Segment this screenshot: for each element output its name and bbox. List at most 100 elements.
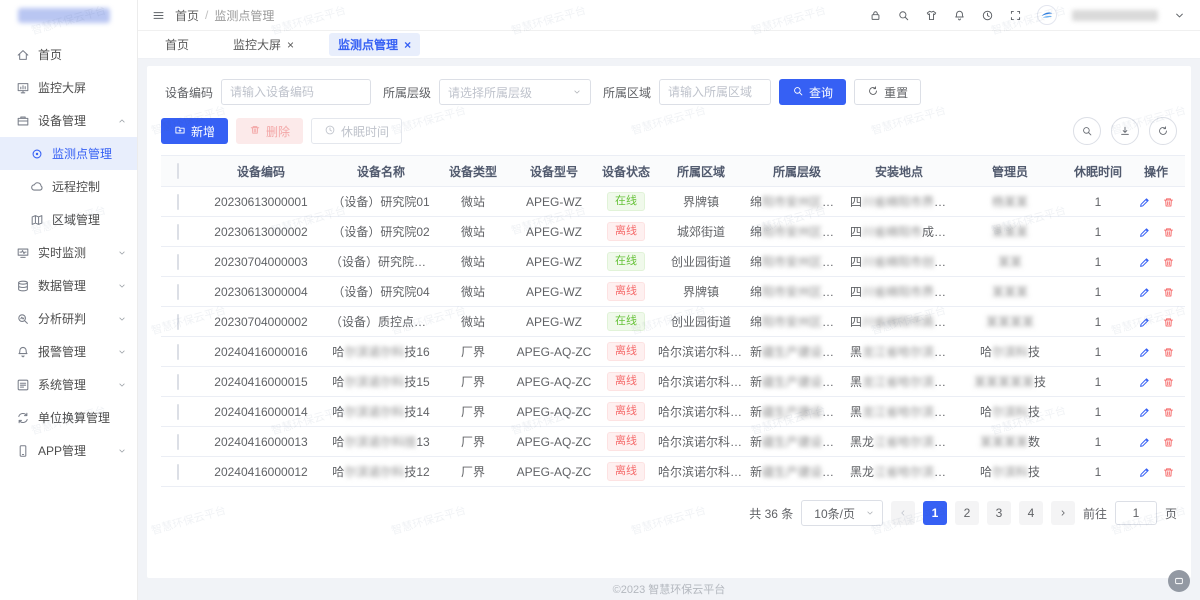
trash-icon <box>249 124 261 139</box>
edit-icon[interactable] <box>1138 406 1151 419</box>
sidebar-item-alarm-mgmt[interactable]: 报警管理 <box>0 335 137 368</box>
trash-icon[interactable] <box>1162 376 1175 389</box>
cell-text: （设备）质控点002 <box>330 315 434 329</box>
reset-button[interactable]: 重置 <box>854 79 921 105</box>
sleep-time-button[interactable]: 休眠时间 <box>311 118 402 144</box>
delete-button[interactable]: 删除 <box>236 118 303 144</box>
search-button[interactable]: 查询 <box>779 79 846 105</box>
row-checkbox[interactable] <box>177 404 179 420</box>
page-button-4[interactable]: 4 <box>1019 501 1043 525</box>
sidebar-item-data-mgmt[interactable]: 数据管理 <box>0 269 137 302</box>
theme-icon[interactable] <box>925 9 938 22</box>
app-icon <box>16 444 30 458</box>
sidebar-item-analysis[interactable]: 分析研判 <box>0 302 137 335</box>
row-checkbox[interactable] <box>177 284 179 300</box>
hamburger-icon[interactable] <box>152 9 165 22</box>
sidebar-item-big-screen[interactable]: 监控大屏 <box>0 71 137 104</box>
search-icon[interactable] <box>897 9 910 22</box>
edit-icon[interactable] <box>1138 226 1151 239</box>
add-button[interactable]: 新增 <box>161 118 228 144</box>
row-actions <box>1138 196 1175 209</box>
page-button-2[interactable]: 2 <box>955 501 979 525</box>
cell-device-type: 微站 <box>435 307 511 337</box>
support-float-button[interactable] <box>1168 570 1190 592</box>
cell-text: 杨某某 <box>992 195 1028 209</box>
cell-text: （设备）研究院01 <box>332 195 429 209</box>
edit-icon[interactable] <box>1138 376 1151 389</box>
row-checkbox[interactable] <box>177 224 179 240</box>
row-checkbox[interactable] <box>177 314 179 330</box>
sidebar-item-device-mgmt[interactable]: 设备管理 <box>0 104 137 137</box>
row-checkbox[interactable] <box>177 464 179 480</box>
sidebar-item-realtime-monitor[interactable]: 实时监测 <box>0 236 137 269</box>
trash-icon[interactable] <box>1162 286 1175 299</box>
close-tab-icon[interactable]: × <box>404 39 411 51</box>
download-icon[interactable] <box>1111 117 1139 145</box>
edit-icon[interactable] <box>1138 316 1151 329</box>
goto-page-input[interactable] <box>1115 501 1157 525</box>
sidebar-item-system-mgmt[interactable]: 系统管理 <box>0 368 137 401</box>
edit-icon[interactable] <box>1138 196 1151 209</box>
level-select[interactable]: 请选择所属层级 <box>439 79 591 105</box>
row-checkbox[interactable] <box>177 194 179 210</box>
refresh-icon[interactable] <box>1149 117 1177 145</box>
select-all-checkbox[interactable] <box>177 163 179 179</box>
page-button-3[interactable]: 3 <box>987 501 1011 525</box>
cell-device-model: APEG-AQ-ZC <box>511 337 597 367</box>
cell-select <box>161 187 195 217</box>
chevron-down-icon[interactable] <box>1173 9 1186 22</box>
region-input[interactable] <box>659 79 771 105</box>
trash-icon[interactable] <box>1162 256 1175 269</box>
device-code-input[interactable] <box>221 79 371 105</box>
page-size-select[interactable]: 10条/页 <box>801 500 883 526</box>
fullscreen-icon[interactable] <box>1009 9 1022 22</box>
trash-icon[interactable] <box>1162 346 1175 359</box>
search-icon[interactable] <box>1073 117 1101 145</box>
column-header: 休眠时间 <box>1069 156 1127 187</box>
cell-text: 阳市安州区 <box>762 315 822 329</box>
edit-icon[interactable] <box>1138 256 1151 269</box>
home-icon <box>16 48 30 62</box>
edit-icon[interactable] <box>1138 286 1151 299</box>
sidebar-item-region-mgmt[interactable]: 区域管理 <box>0 203 137 236</box>
sidebar-item-home[interactable]: 首页 <box>0 38 137 71</box>
trash-icon[interactable] <box>1162 406 1175 419</box>
avatar[interactable] <box>1037 5 1057 25</box>
sidebar-item-remote-control[interactable]: 远程控制 <box>0 170 137 203</box>
edit-icon[interactable] <box>1138 436 1151 449</box>
cell-text: 哈 <box>332 345 344 359</box>
sidebar-item-app-mgmt[interactable]: APP管理 <box>0 434 137 467</box>
edit-icon[interactable] <box>1138 346 1151 359</box>
trash-icon[interactable] <box>1162 466 1175 479</box>
sidebar-item-monitor-point-mgmt[interactable]: 监测点管理 <box>0 137 137 170</box>
cell-device-code: 20230613000004 <box>195 277 327 307</box>
breadcrumb-home[interactable]: 首页 <box>175 7 199 24</box>
tab-home[interactable]: 首页 <box>156 33 198 56</box>
cell-manager: 某某某 <box>951 277 1069 307</box>
prev-page-button[interactable] <box>891 501 915 525</box>
trash-icon[interactable] <box>1162 196 1175 209</box>
clock-icon[interactable] <box>981 9 994 22</box>
close-tab-icon[interactable]: × <box>287 39 294 51</box>
row-checkbox[interactable] <box>177 254 179 270</box>
search-button-label: 查询 <box>809 84 833 101</box>
row-checkbox[interactable] <box>177 374 179 390</box>
trash-icon[interactable] <box>1162 316 1175 329</box>
tab-big-screen[interactable]: 监控大屏× <box>224 33 303 56</box>
bell-icon[interactable] <box>953 9 966 22</box>
next-page-button[interactable] <box>1051 501 1075 525</box>
edit-icon[interactable] <box>1138 466 1151 479</box>
lock-icon[interactable] <box>869 9 882 22</box>
cell-text: 尔滨科 <box>992 345 1028 359</box>
unit-icon <box>16 411 30 425</box>
sidebar-item-unit-conversion[interactable]: 单位换算管理 <box>0 401 137 434</box>
trash-icon[interactable] <box>1162 436 1175 449</box>
row-checkbox[interactable] <box>177 344 179 360</box>
cell-device-code: 20240416000016 <box>195 337 327 367</box>
page-button-1[interactable]: 1 <box>923 501 947 525</box>
table-row: 20230613000002（设备）研究院02微站APEG-WZ离线城郊街道绵阳… <box>161 217 1185 247</box>
cell-text: （设备）研究院02 <box>332 225 429 239</box>
trash-icon[interactable] <box>1162 226 1175 239</box>
tab-monitor-point[interactable]: 监测点管理× <box>329 33 420 56</box>
row-checkbox[interactable] <box>177 434 179 450</box>
